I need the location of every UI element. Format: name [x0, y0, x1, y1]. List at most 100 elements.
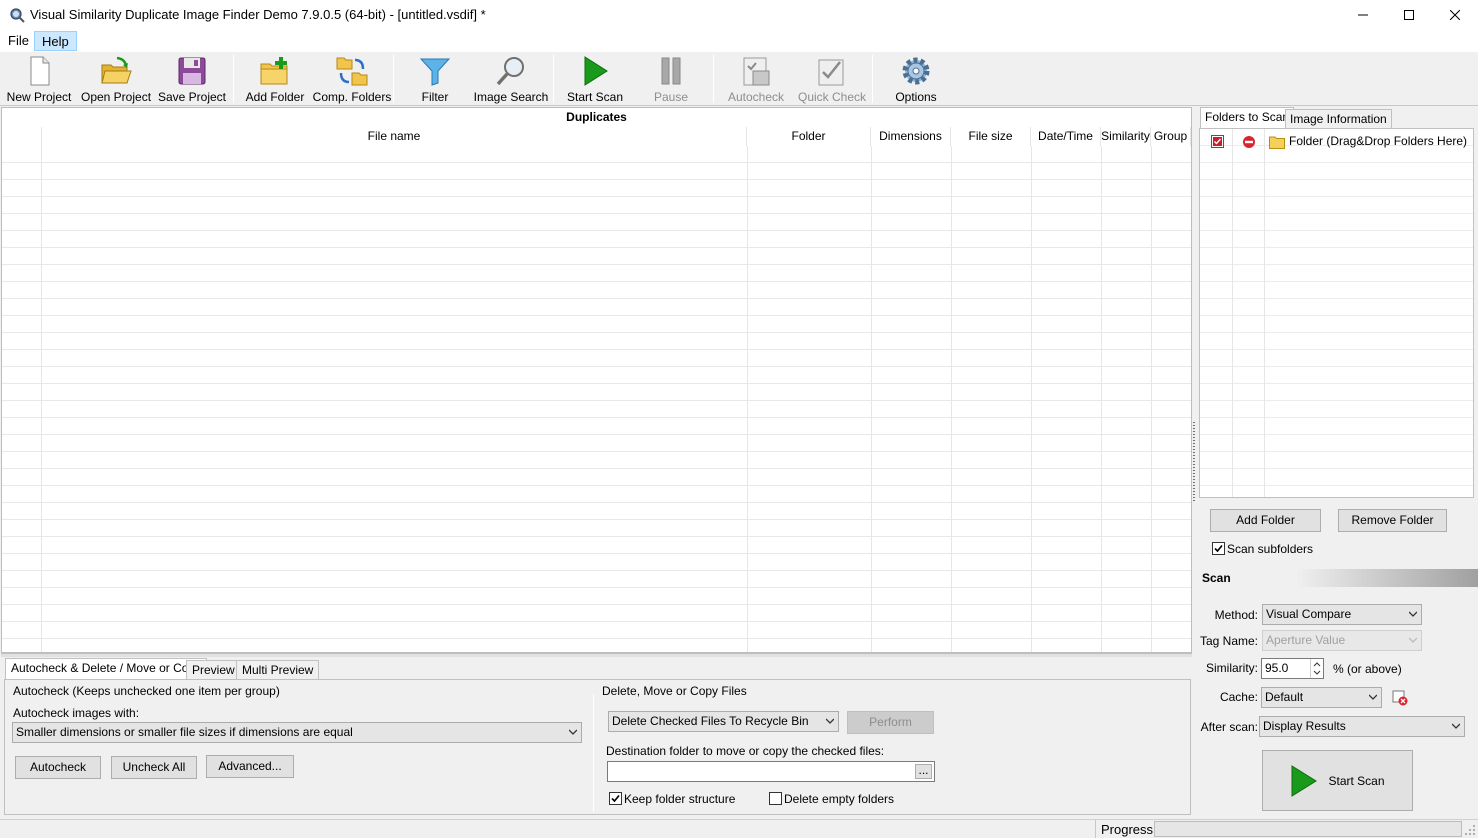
autocheck-toolbar-label: Autocheck [727, 90, 785, 104]
open-folder-icon [101, 56, 132, 84]
autocheck-criteria-select[interactable]: Smaller dimensions or smaller file sizes… [12, 722, 582, 743]
folders-to-scan-list[interactable]: Folder (Drag&Drop Folders Here) [1199, 128, 1474, 498]
file-action-value: Delete Checked Files To Recycle Bin [612, 714, 809, 728]
open-project-button[interactable]: Open Project [81, 54, 151, 106]
column-header-check[interactable] [2, 127, 42, 146]
save-project-button[interactable]: Save Project [158, 54, 226, 106]
play-icon [584, 56, 608, 86]
advanced-button[interactable]: Advanced... [206, 755, 294, 778]
tab-preview[interactable]: Preview [186, 660, 241, 680]
duplicates-grid: Duplicates File name Folder Dimensions F… [1, 107, 1192, 653]
clear-cache-icon[interactable] [1392, 690, 1408, 706]
column-divider [1101, 146, 1102, 652]
menu-file[interactable]: File [1, 31, 36, 51]
menu-help[interactable]: Help [34, 31, 77, 51]
add-folder-icon [260, 57, 288, 85]
column-header-date-time[interactable]: Date/Time [1031, 127, 1101, 146]
new-project-button[interactable]: New Project [6, 54, 72, 106]
image-search-label: Image Search [473, 90, 549, 104]
spin-arrows-icon [1313, 662, 1321, 675]
comp-folders-button[interactable]: Comp. Folders [313, 54, 391, 106]
grid-body[interactable] [2, 146, 1191, 652]
delete-empty-checkbox[interactable] [769, 792, 782, 805]
pause-label: Pause [653, 90, 689, 104]
perform-button[interactable]: Perform [847, 711, 934, 734]
filter-button[interactable]: Filter [405, 54, 465, 106]
keep-structure-checkbox[interactable] [609, 792, 622, 805]
pause-button[interactable]: Pause [642, 54, 700, 106]
column-header-file-size[interactable]: File size [951, 127, 1031, 146]
scan-subfolders-label: Scan subfolders [1227, 542, 1314, 556]
status-bar: Progress [0, 819, 1478, 838]
chevron-down-icon [1452, 723, 1460, 729]
start-scan-toolbar-label: Start Scan [566, 90, 624, 104]
column-header-group[interactable]: Group [1151, 127, 1191, 146]
file-action-select[interactable]: Delete Checked Files To Recycle Bin [608, 711, 839, 732]
tab-image-information[interactable]: Image Information [1285, 109, 1392, 128]
delete-move-group-title: Delete, Move or Copy Files [602, 684, 747, 698]
uncheck-all-button[interactable]: Uncheck All [111, 756, 197, 779]
column-header-similarity[interactable]: Similarity [1101, 127, 1151, 146]
quick-check-button[interactable]: Quick Check [798, 54, 866, 106]
toolbar-separator [553, 55, 554, 103]
column-header-dimensions[interactable]: Dimensions [871, 127, 951, 146]
floppy-disk-icon [178, 57, 206, 85]
image-search-button[interactable]: Image Search [474, 54, 548, 106]
similarity-spinner[interactable] [1310, 659, 1323, 678]
add-folder-button[interactable]: Add Folder [244, 54, 306, 106]
folder-include-checkbox[interactable] [1211, 135, 1224, 148]
tag-name-value: Aperture Value [1266, 633, 1346, 647]
autocheck-button[interactable]: Autocheck [15, 756, 101, 779]
cache-select[interactable]: Default [1261, 687, 1382, 708]
new-document-icon [30, 56, 50, 86]
column-divider [871, 146, 872, 652]
maximize-button[interactable] [1386, 0, 1432, 30]
method-select[interactable]: Visual Compare [1262, 604, 1422, 625]
tab-folders-to-scan[interactable]: Folders to Scan [1200, 107, 1295, 128]
tab-autocheck-delete[interactable]: Autocheck & Delete / Move or Copy [5, 658, 208, 680]
folder-placeholder-item: Folder (Drag&Drop Folders Here) [1289, 134, 1468, 148]
app-icon [9, 7, 25, 23]
close-button[interactable] [1432, 0, 1478, 30]
column-divider [1151, 146, 1152, 652]
start-scan-button[interactable]: Start Scan [1262, 750, 1413, 811]
tag-name-select[interactable]: Aperture Value [1262, 630, 1422, 651]
quick-check-icon [818, 59, 844, 86]
progress-label: Progress [1101, 822, 1154, 837]
tab-multi-preview[interactable]: Multi Preview [236, 660, 320, 680]
play-icon [1291, 764, 1318, 797]
bottom-panel: Autocheck & Delete / Move or Copy Previe… [1, 657, 1192, 817]
autocheck-toolbar-button[interactable]: Autocheck [724, 54, 788, 106]
toolbar-separator [713, 55, 714, 103]
minimize-button[interactable] [1340, 0, 1386, 30]
after-scan-label: After scan: [1200, 720, 1258, 734]
toolbar: New Project Open Project Save Project Ad… [0, 51, 1478, 106]
toolbar-separator [872, 55, 873, 103]
red-check-icon [1213, 137, 1222, 146]
add-folder-panel-button[interactable]: Add Folder [1210, 509, 1321, 532]
autocheck-criteria-value: Smaller dimensions or smaller file sizes… [16, 725, 353, 739]
autocheck-tab-content: Autocheck (Keeps unchecked one item per … [4, 679, 1191, 815]
column-divider [951, 146, 952, 652]
grid-caption: Duplicates [566, 110, 627, 124]
exclude-icon[interactable] [1242, 135, 1256, 149]
browse-button[interactable]: ... [915, 764, 932, 779]
options-button[interactable]: Options [888, 54, 944, 106]
column-header-file-name[interactable]: File name [42, 127, 747, 146]
resize-grip-icon[interactable] [1464, 824, 1476, 836]
toolbar-separator [233, 55, 234, 103]
start-scan-toolbar-button[interactable]: Start Scan [563, 54, 627, 106]
similarity-input[interactable]: 95.0 [1261, 658, 1324, 679]
destination-input[interactable]: ... [607, 761, 935, 782]
method-value: Visual Compare [1266, 607, 1352, 621]
tag-name-label: Tag Name: [1199, 634, 1258, 648]
scan-subfolders-checkbox[interactable] [1212, 542, 1225, 555]
column-header-folder[interactable]: Folder [747, 127, 871, 146]
method-label: Method: [1214, 608, 1258, 622]
column-divider [1264, 129, 1265, 497]
after-scan-select[interactable]: Display Results [1259, 716, 1465, 737]
save-project-label: Save Project [157, 90, 227, 104]
progress-bar [1154, 821, 1462, 837]
checkmark-icon [611, 794, 620, 803]
remove-folder-button[interactable]: Remove Folder [1338, 509, 1447, 532]
